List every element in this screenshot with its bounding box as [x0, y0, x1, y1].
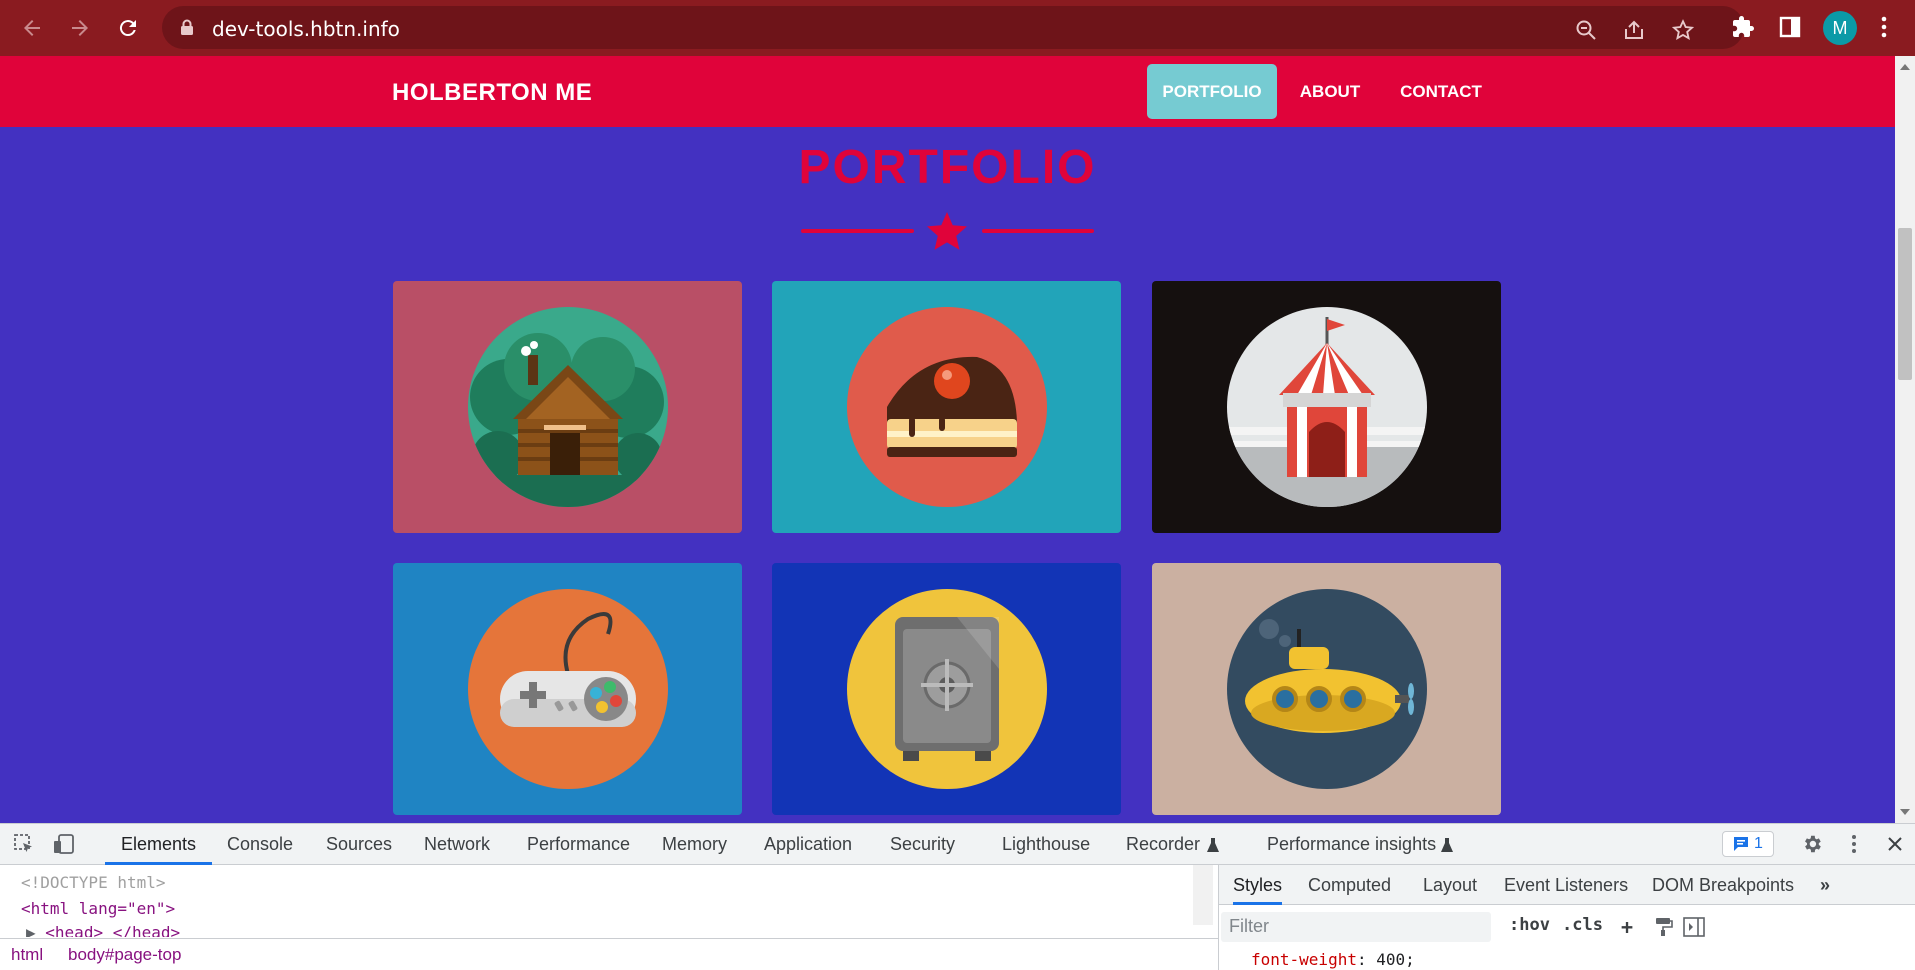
device-toolbar-icon[interactable] [52, 832, 76, 856]
devtools-menu-icon[interactable] [1842, 832, 1866, 856]
extensions-icon[interactable] [1729, 13, 1757, 41]
scroll-up-icon[interactable] [1900, 64, 1910, 70]
site-brand[interactable]: HOLBERTON ME [392, 79, 592, 107]
log-cabin-icon [467, 333, 668, 507]
divider-line-right [982, 229, 1094, 233]
css-property-name: font-weight [1251, 950, 1357, 969]
breadcrumb-html[interactable]: html [11, 945, 43, 965]
subtab-layout[interactable]: Layout [1423, 865, 1477, 905]
site-navbar: HOLBERTON ME PORTFOLIO ABOUT CONTACT [0, 56, 1895, 127]
submarine-circle [1226, 589, 1427, 789]
portfolio-item-cake[interactable] [772, 281, 1121, 533]
styles-pane: Styles Computed Layout Event Listeners D… [1218, 865, 1915, 970]
tab-sources[interactable]: Sources [326, 824, 392, 865]
devtools-tabbar: Elements Console Sources Network Perform… [0, 824, 1915, 865]
bookmark-star-icon[interactable] [1671, 18, 1695, 42]
chrome-menu-icon[interactable] [1870, 13, 1898, 41]
styles-subtabs: Styles Computed Layout Event Listeners D… [1219, 865, 1915, 905]
new-rule-plus-icon[interactable]: + [1621, 915, 1633, 939]
issues-count: 1 [1754, 835, 1763, 852]
scroll-thumb[interactable] [1898, 228, 1912, 380]
submarine-icon [1244, 619, 1414, 733]
tab-network[interactable]: Network [424, 824, 490, 865]
tab-application[interactable]: Application [764, 824, 852, 865]
css-property[interactable]: font-weight: 400; [1251, 950, 1415, 969]
lock-icon [181, 19, 193, 35]
cabin-circle [467, 307, 668, 507]
experiment-flask-icon [1207, 838, 1219, 852]
page-scrollbar[interactable] [1895, 56, 1915, 823]
expand-triangle-icon[interactable]: ▶ [26, 923, 36, 937]
tab-elements[interactable]: Elements [105, 824, 213, 865]
inspect-element-icon[interactable] [12, 832, 36, 856]
cake-circle [846, 307, 1047, 507]
game-controller-icon [499, 612, 636, 727]
section-title: PORTFOLIO [798, 141, 1097, 194]
url-text: dev-tools.hbtn.info [212, 17, 400, 41]
address-bar[interactable]: dev-tools.hbtn.info [162, 6, 1744, 49]
dom-scrollbar[interactable] [1193, 865, 1213, 925]
circus-tent-icon [1226, 317, 1427, 507]
more-tabs-chevron-icon[interactable]: » [1820, 865, 1830, 905]
profile-avatar[interactable]: M [1823, 11, 1857, 45]
tab-memory[interactable]: Memory [662, 824, 727, 865]
portfolio-item-controller[interactable] [393, 563, 742, 815]
back-arrow-icon [24, 20, 40, 36]
forward-button[interactable] [64, 12, 96, 44]
settings-gear-icon[interactable] [1800, 832, 1824, 856]
portfolio-item-circus[interactable] [1152, 281, 1501, 533]
hover-state-toggle[interactable]: :hov [1509, 915, 1550, 935]
message-icon [1734, 837, 1749, 851]
tab-security[interactable]: Security [890, 824, 955, 865]
nav-about[interactable]: ABOUT [1290, 64, 1370, 119]
forward-arrow-icon [72, 20, 88, 36]
browser-toolbar: dev-tools.hbtn.info M [0, 0, 1915, 56]
portfolio-item-cabin[interactable] [393, 281, 742, 533]
nav-contact[interactable]: CONTACT [1391, 64, 1491, 119]
toggle-sidebar-icon[interactable] [1683, 917, 1705, 937]
page-viewport: HOLBERTON ME PORTFOLIO ABOUT CONTACT POR… [0, 56, 1895, 823]
tab-console[interactable]: Console [227, 824, 293, 865]
subtab-styles[interactable]: Styles [1233, 865, 1283, 905]
divider-line-left [801, 229, 914, 233]
scroll-down-icon[interactable] [1900, 809, 1910, 815]
subtab-dom-breakpoints[interactable]: DOM Breakpoints [1652, 865, 1794, 905]
styles-filter-input[interactable]: Filter [1221, 912, 1491, 942]
subtab-computed[interactable]: Computed [1308, 865, 1391, 905]
back-button[interactable] [16, 12, 48, 44]
css-property-value: 400 [1376, 950, 1406, 969]
tab-performance[interactable]: Performance [527, 824, 630, 865]
controller-circle [467, 589, 668, 789]
cake-slice-icon [886, 356, 1017, 457]
paint-roller-icon[interactable] [1655, 917, 1673, 937]
reload-button[interactable] [112, 12, 144, 44]
breadcrumb-body[interactable]: body#page-top [68, 945, 181, 965]
dom-head-label: <head> </head> [45, 923, 181, 937]
class-toggle[interactable]: .cls [1562, 915, 1603, 935]
tab-performance-insights[interactable]: Performance insights [1267, 824, 1436, 865]
safe-circle [846, 589, 1047, 789]
portfolio-item-safe[interactable] [772, 563, 1121, 815]
share-icon[interactable] [1622, 18, 1646, 42]
experiment-flask-icon [1441, 838, 1453, 852]
safe-icon [894, 617, 999, 761]
close-devtools-icon[interactable] [1883, 832, 1907, 856]
tab-lighthouse[interactable]: Lighthouse [1002, 824, 1090, 865]
zoom-icon[interactable] [1574, 18, 1598, 42]
breadcrumb: html body#page-top [0, 938, 1218, 970]
dom-head-node[interactable]: ▶ <head> </head> [26, 923, 180, 937]
subtab-event-listeners[interactable]: Event Listeners [1504, 865, 1628, 905]
dom-html-node[interactable]: <html lang="en"> [21, 899, 175, 918]
portfolio-item-submarine[interactable] [1152, 563, 1501, 815]
dom-doctype[interactable]: <!DOCTYPE html> [21, 873, 166, 892]
circus-circle [1226, 307, 1427, 507]
devtools-panel: Elements Console Sources Network Perform… [0, 823, 1915, 970]
tab-recorder[interactable]: Recorder [1126, 824, 1200, 865]
side-panel-icon[interactable] [1776, 13, 1804, 41]
nav-portfolio[interactable]: PORTFOLIO [1147, 64, 1277, 119]
reload-icon [119, 20, 136, 37]
star-icon [927, 212, 967, 250]
issues-badge[interactable]: 1 [1722, 831, 1774, 857]
